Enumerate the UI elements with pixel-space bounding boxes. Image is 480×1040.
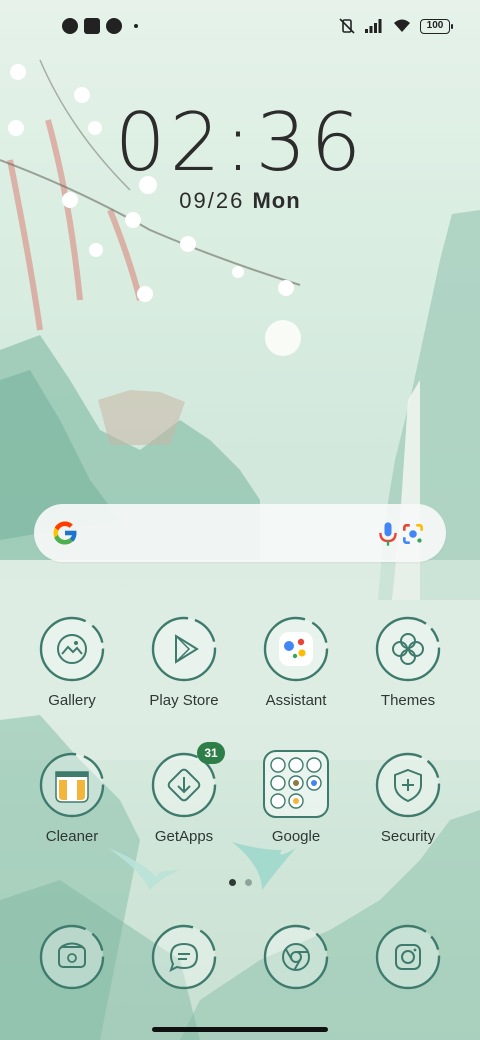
- page-dot-active: [229, 879, 236, 886]
- notification-app-icon: [62, 18, 78, 34]
- assistant-icon: [263, 616, 329, 682]
- app-label: Play Store: [149, 692, 219, 709]
- google-g-icon: [53, 521, 78, 545]
- mic-icon[interactable]: [374, 520, 402, 548]
- app-gallery[interactable]: Gallery: [16, 614, 128, 709]
- app-security[interactable]: Security: [352, 750, 464, 845]
- google-folder-icon: [263, 750, 329, 818]
- chrome-icon: [263, 924, 329, 990]
- gallery-icon: [39, 616, 105, 682]
- vibrate-off-icon: [339, 18, 355, 34]
- dock-chrome[interactable]: [240, 922, 352, 992]
- dock-camera[interactable]: [352, 922, 464, 992]
- date-text: 09/26: [179, 188, 245, 213]
- cleaner-icon: [39, 752, 105, 818]
- app-label: Themes: [380, 692, 436, 709]
- page-indicator: [229, 879, 252, 886]
- app-label: Cleaner: [45, 828, 99, 845]
- security-icon: [375, 752, 441, 818]
- notification-app-icon: [106, 18, 122, 34]
- weekday-text: Mon: [252, 188, 301, 213]
- lens-camera-icon[interactable]: [400, 521, 426, 547]
- messages-icon: [151, 924, 217, 990]
- notification-badge: 31: [197, 742, 225, 764]
- status-bar: 100: [0, 14, 480, 42]
- dock-phone[interactable]: [16, 922, 128, 992]
- clock-date[interactable]: 09/26 Mon: [0, 188, 480, 214]
- battery-indicator: 100: [420, 18, 453, 34]
- app-label: GetApps: [154, 828, 214, 845]
- notification-square-icon: [84, 18, 100, 34]
- clock-time[interactable]: 02:36: [0, 96, 480, 189]
- wifi-icon: [394, 19, 410, 32]
- signal-icon: [365, 19, 382, 33]
- app-cleaner[interactable]: Cleaner: [16, 750, 128, 845]
- themes-icon: [375, 616, 441, 682]
- app-assistant[interactable]: Assistant: [240, 614, 352, 709]
- app-label: Gallery: [48, 692, 96, 709]
- page-dot: [245, 879, 252, 886]
- home-gesture-bar[interactable]: [152, 1027, 328, 1032]
- phone-icon: [39, 924, 105, 990]
- camera-icon: [375, 924, 441, 990]
- google-search-bar[interactable]: [34, 504, 446, 562]
- app-play-store[interactable]: Play Store: [128, 614, 240, 709]
- more-notifications-icon: [134, 24, 138, 28]
- app-label: Assistant: [265, 692, 327, 709]
- notification-icons: [62, 18, 138, 34]
- play-store-icon: [151, 616, 217, 682]
- system-icons: 100: [338, 17, 453, 35]
- dock-messages[interactable]: [128, 922, 240, 992]
- app-getapps[interactable]: 31 GetApps: [128, 742, 240, 845]
- app-themes[interactable]: Themes: [352, 614, 464, 709]
- folder-label: Google: [271, 828, 321, 845]
- app-label: Security: [380, 828, 436, 845]
- folder-google[interactable]: Google: [240, 750, 352, 845]
